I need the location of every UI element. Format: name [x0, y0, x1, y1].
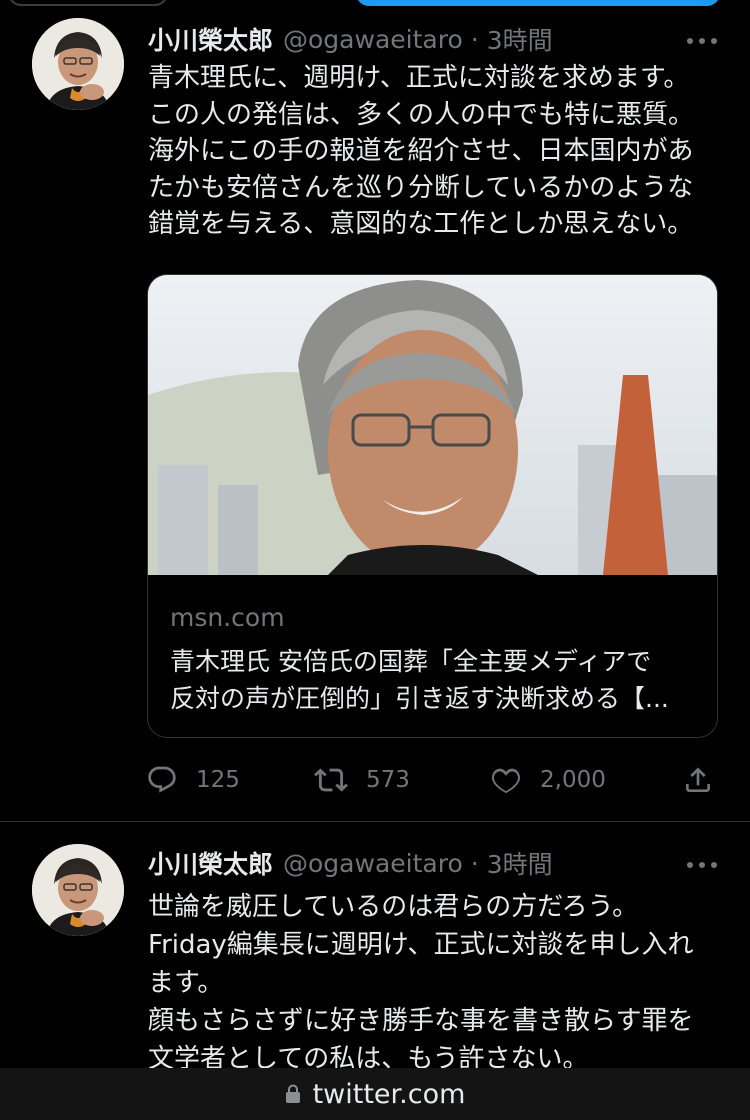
- author-name[interactable]: 小川榮太郎: [148, 21, 273, 57]
- url-text: twitter.com: [312, 1078, 466, 1110]
- author-handle[interactable]: @ogawaeitaro: [283, 25, 463, 54]
- reply-button[interactable]: 125: [146, 760, 240, 800]
- reply-icon: [148, 766, 176, 793]
- tweet-text-line: 青木理氏に、週明け、正式に対談を求めます。: [148, 63, 690, 93]
- card-domain: msn.com: [170, 603, 285, 632]
- separator-dot: ·: [470, 848, 479, 878]
- timestamp[interactable]: 3時間: [487, 21, 553, 57]
- retweet-button[interactable]: 573: [314, 760, 410, 800]
- tweet-text-line: この人の発信は、多くの人の中でも特に悪質。: [148, 99, 695, 130]
- reply-count: 125: [196, 767, 240, 793]
- browser-address-bar[interactable]: twitter.com: [0, 1068, 750, 1120]
- share-icon: [686, 767, 710, 792]
- tweet-text-line: 世論を威圧しているのは君らの方だろう。: [148, 892, 639, 922]
- link-card[interactable]: msn.com 青木理氏 安倍氏の国葬「全主要メディアで 反対の声が圧倒的」引き…: [147, 274, 718, 738]
- tweet-text-line: ます。: [148, 968, 224, 998]
- like-count: 2,000: [540, 767, 606, 793]
- retweet-count: 573: [366, 767, 410, 793]
- url-display[interactable]: twitter.com: [285, 1078, 466, 1110]
- more-icon[interactable]: [682, 26, 722, 56]
- more-icon[interactable]: [682, 850, 722, 880]
- author-name[interactable]: 小川榮太郎: [148, 845, 273, 881]
- share-button[interactable]: [682, 760, 714, 800]
- tweet-text-line: 錯覚を与える、意図的な工作としか思えない。: [148, 209, 694, 239]
- like-button[interactable]: 2,000: [490, 760, 606, 800]
- tweet-text: 青木理氏に、週明け、正式に対談を求めます。 この人の発信は、多くの人の中でも特に…: [148, 60, 718, 243]
- card-title: 青木理氏 安倍氏の国葬「全主要メディアで 反対の声が圧倒的」引き返す決断求める【…: [170, 643, 700, 717]
- card-title-line: 反対の声が圧倒的」引き返す決断求める【...: [170, 684, 669, 713]
- card-image[interactable]: [148, 275, 717, 575]
- tweet-actions: 125 573 2,000: [146, 760, 722, 800]
- tweet-header: 小川榮太郎 @ogawaeitaro · 3時間: [148, 22, 553, 56]
- avatar[interactable]: [32, 844, 124, 936]
- card-title-line: 青木理氏 安倍氏の国葬「全主要メディアで: [170, 647, 652, 676]
- author-handle[interactable]: @ogawaeitaro: [283, 849, 463, 878]
- tweet-header: 小川榮太郎 @ogawaeitaro · 3時間: [148, 846, 553, 880]
- retweet-icon: [314, 768, 348, 792]
- tweet-text-line: 海外にこの手の報道を紹介させ、日本国内があ: [148, 136, 694, 166]
- tweet[interactable]: 小川榮太郎 @ogawaeitaro · 3時間 青木理氏に、週明け、正式に対談…: [0, 0, 750, 822]
- tweet[interactable]: 小川榮太郎 @ogawaeitaro · 3時間 世論を威圧しているのは君らの方…: [0, 822, 750, 1074]
- lock-icon: [285, 1084, 300, 1103]
- tweet-text-line: 顔もさらさずに好き勝手な事を書き散らす罪を: [148, 1006, 694, 1036]
- tweet-text-line: たかも安倍さんを巡り分断しているかのような: [148, 172, 694, 203]
- separator-dot: ·: [470, 24, 479, 54]
- tweet-text-line: Friday編集長に週明け、正式に対談を申し入れ: [148, 930, 694, 960]
- avatar[interactable]: [32, 18, 124, 110]
- tweet-text: 世論を威圧しているのは君らの方だろう。 Friday編集長に週明け、正式に対談を…: [148, 888, 718, 1078]
- like-icon: [492, 768, 520, 794]
- timestamp[interactable]: 3時間: [487, 845, 553, 881]
